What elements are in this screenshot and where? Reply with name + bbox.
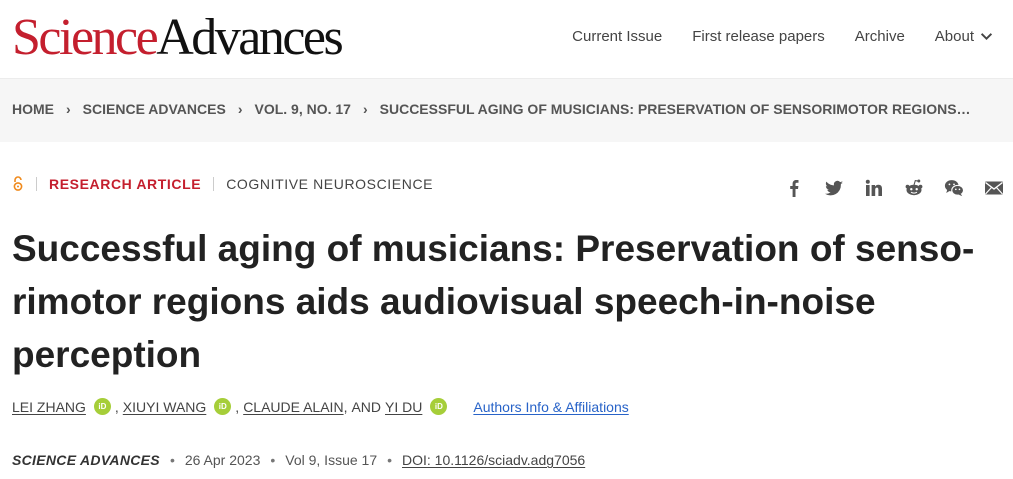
author-list: LEI ZHANG iD, XIUYI WANG iD, CLAUDE ALAI… <box>12 398 629 415</box>
breadcrumb: HOME › SCIENCE ADVANCES › VOL. 9, NO. 17… <box>12 101 971 117</box>
site-header: ScienceAdvances Current Issue First rele… <box>0 0 1013 78</box>
logo-science: Science <box>12 9 159 66</box>
main-nav: Current Issue First release papers Archi… <box>572 28 993 45</box>
orcid-icon[interactable]: iD <box>93 398 111 415</box>
article-meta-row: RESEARCH ARTICLE COGNITIVE NEUROSCIENCE <box>12 176 433 192</box>
author-name[interactable]: LEI ZHANG <box>12 399 86 415</box>
breadcrumb-issue[interactable]: VOL. 9, NO. 17 <box>254 101 350 117</box>
divider <box>36 177 37 191</box>
nav-about[interactable]: About <box>935 28 993 45</box>
breadcrumb-home[interactable]: HOME <box>12 101 54 117</box>
breadcrumb-current: SUCCESSFUL AGING OF MUSICIANS: PRESERVAT… <box>379 101 971 117</box>
nav-archive[interactable]: Archive <box>855 28 905 45</box>
chevron-right-icon: › <box>362 101 368 117</box>
nav-about-label: About <box>934 28 974 45</box>
chevron-down-icon <box>980 33 993 41</box>
article-title: Successful aging of musicians: Preservat… <box>12 228 975 375</box>
divider <box>213 177 215 191</box>
breadcrumb-bar: HOME › SCIENCE ADVANCES › VOL. 9, NO. 17… <box>0 78 1013 142</box>
chevron-right-icon: › <box>66 101 71 117</box>
journal-name: SCIENCE ADVANCES <box>12 452 160 468</box>
doi-link[interactable]: DOI: 10.1126/sciadv.adg7056 <box>402 452 585 468</box>
volume-issue[interactable]: Vol 9, Issue 17 <box>285 452 377 468</box>
site-logo[interactable]: ScienceAdvances <box>12 8 344 68</box>
facebook-icon[interactable] <box>781 177 807 199</box>
article-type: RESEARCH ARTICLE <box>49 176 202 192</box>
author-name[interactable]: YI DU <box>385 399 422 415</box>
open-access-icon <box>12 176 24 192</box>
separator-dot: • <box>169 452 175 468</box>
wechat-icon[interactable] <box>941 177 967 199</box>
article-subject[interactable]: COGNITIVE NEUROSCIENCE <box>226 176 433 192</box>
citation-line: SCIENCE ADVANCES • 26 Apr 2023 • Vol 9, … <box>12 452 585 468</box>
orcid-icon[interactable]: iD <box>430 398 448 415</box>
logo-advances: Advances <box>156 9 344 66</box>
publication-date: 26 Apr 2023 <box>184 452 261 468</box>
linkedin-icon[interactable] <box>861 177 887 199</box>
breadcrumb-journal[interactable]: SCIENCE ADVANCES <box>83 101 226 117</box>
twitter-icon[interactable] <box>821 177 847 199</box>
chevron-right-icon: › <box>237 101 243 117</box>
nav-current-issue[interactable]: Current Issue <box>572 28 662 45</box>
separator-dot: • <box>270 452 276 468</box>
email-icon[interactable] <box>981 177 1007 199</box>
nav-first-release[interactable]: First release papers <box>692 28 825 45</box>
share-toolbar <box>781 177 1007 199</box>
orcid-icon[interactable]: iD <box>214 398 232 415</box>
author-name[interactable]: XIUYI WANG <box>123 399 207 415</box>
author-conjunction: AND <box>351 398 382 415</box>
author-name[interactable]: CLAUDE ALAIN <box>243 399 343 415</box>
reddit-icon[interactable] <box>901 177 927 199</box>
separator-dot: • <box>387 452 393 468</box>
authors-affiliations-link[interactable]: Authors Info & Affiliations <box>473 399 628 415</box>
